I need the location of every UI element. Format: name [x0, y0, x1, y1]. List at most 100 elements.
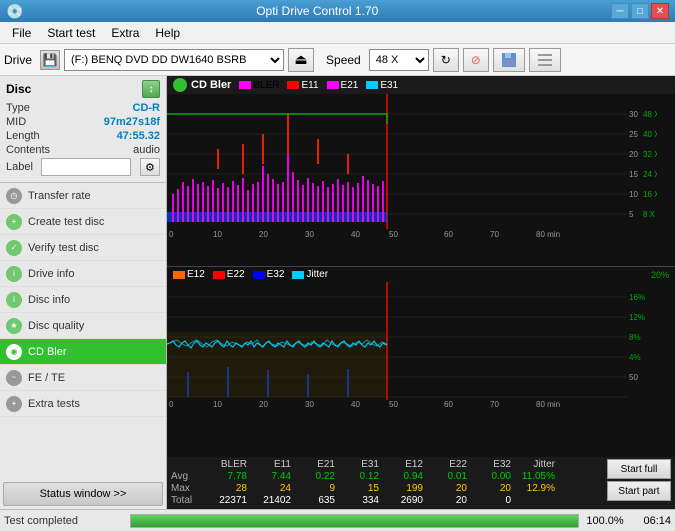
- legend-label-e12: E12: [187, 269, 205, 280]
- menu-help[interactable]: Help: [147, 24, 188, 42]
- svg-text:20: 20: [259, 400, 268, 409]
- svg-text:8 X: 8 X: [643, 210, 656, 219]
- stats-header-e31: E31: [339, 459, 383, 470]
- stats-max-jitter: 12.9%: [515, 483, 559, 494]
- eject-button[interactable]: ⏏: [288, 48, 314, 72]
- legend-label-jitter: Jitter: [306, 269, 328, 280]
- stats-avg-e12: 0.94: [383, 471, 427, 482]
- nav-transfer-rate[interactable]: ◷ Transfer rate: [0, 183, 166, 209]
- disc-mid-label: MID: [6, 116, 26, 128]
- stats-header-e21: E21: [295, 459, 339, 470]
- nav-disc-info[interactable]: i Disc info: [0, 287, 166, 313]
- label-gear-button[interactable]: ⚙: [140, 158, 160, 176]
- stats-avg-e32: 0.00: [471, 471, 515, 482]
- stats-avg-e21: 0.22: [295, 471, 339, 482]
- svg-text:5: 5: [629, 210, 634, 219]
- nav-icon-extra: +: [6, 396, 22, 412]
- nav-create-test[interactable]: + Create test disc: [0, 209, 166, 235]
- refresh-button[interactable]: ↻: [433, 48, 459, 72]
- nav-label-drive: Drive info: [28, 268, 74, 280]
- stats-max-bler: 28: [207, 483, 251, 494]
- nav-extra-tests[interactable]: + Extra tests: [0, 391, 166, 417]
- disc-contents-label: Contents: [6, 144, 50, 156]
- legend-color-jitter: [292, 271, 304, 279]
- svg-text:60: 60: [444, 400, 453, 409]
- stats-max-e11: 24: [251, 483, 295, 494]
- progress-bar-container: [130, 514, 579, 528]
- app-icon: 💿: [6, 3, 23, 20]
- chart-title-bar: CD Bler BLER E11 E21: [167, 76, 675, 94]
- nav-icon-quality: ★: [6, 318, 22, 334]
- nav-drive-info[interactable]: i Drive info: [0, 261, 166, 287]
- title-bar: 💿 Opti Drive Control 1.70 ─ □ ✕: [0, 0, 675, 22]
- nav-label-verify: Verify test disc: [28, 242, 99, 254]
- progress-bar-fill: [131, 515, 578, 527]
- svg-text:50: 50: [389, 230, 398, 239]
- stats-avg-e31: 0.12: [339, 471, 383, 482]
- stats-max-e21: 9: [295, 483, 339, 494]
- svg-text:8%: 8%: [629, 333, 641, 342]
- stats-header-row: BLER E11 E21 E31 E12 E22 E32 Jitter: [171, 459, 603, 470]
- disc-arrow-button[interactable]: ↕: [142, 80, 160, 98]
- nav-label-fe-te: FE / TE: [28, 372, 65, 384]
- svg-text:20: 20: [629, 150, 638, 159]
- status-window-button[interactable]: Status window >>: [3, 482, 163, 506]
- menu-file[interactable]: File: [4, 24, 39, 42]
- maximize-button[interactable]: □: [631, 3, 649, 19]
- nav-fe-te[interactable]: ~ FE / TE: [0, 365, 166, 391]
- svg-text:40: 40: [351, 230, 360, 239]
- svg-text:16%: 16%: [629, 293, 645, 302]
- menu-start-test[interactable]: Start test: [39, 24, 103, 42]
- disc-title: Disc: [6, 82, 31, 96]
- stats-area: BLER E11 E21 E31 E12 E22 E32 Jitter Avg …: [167, 457, 675, 509]
- svg-text:80 min: 80 min: [536, 400, 560, 409]
- stats-total-bler: 22371: [207, 495, 251, 506]
- legend-jitter: Jitter: [292, 269, 328, 280]
- stats-max-e32: 20: [471, 483, 515, 494]
- extra-button[interactable]: [529, 48, 561, 72]
- stats-total-e22: 20: [427, 495, 471, 506]
- stats-table: BLER E11 E21 E31 E12 E22 E32 Jitter Avg …: [171, 459, 603, 507]
- stats-max-e22: 20: [427, 483, 471, 494]
- nav-icon-verify: ✓: [6, 240, 22, 256]
- start-part-button[interactable]: Start part: [607, 481, 671, 501]
- nav-cd-bler[interactable]: ◉ CD Bler: [0, 339, 166, 365]
- disc-panel: Disc ↕ Type CD-R MID 97m27s18f Length 47…: [0, 76, 166, 183]
- legend-label-bler: BLER: [253, 80, 279, 91]
- stats-total-jitter: [515, 495, 559, 506]
- legend-color-bler: [239, 81, 251, 89]
- stats-max-e31: 15: [339, 483, 383, 494]
- speed-select[interactable]: 48 X: [369, 49, 429, 71]
- erase-button[interactable]: ⊘: [463, 48, 489, 72]
- label-input[interactable]: [41, 158, 131, 176]
- disc-contents-row: Contents audio: [6, 144, 160, 156]
- svg-text:10: 10: [213, 400, 222, 409]
- svg-text:12%: 12%: [629, 313, 645, 322]
- close-button[interactable]: ✕: [651, 3, 669, 19]
- stats-max-e12: 199: [383, 483, 427, 494]
- progress-percentage: 100.0%: [585, 515, 625, 527]
- nav-disc-quality[interactable]: ★ Disc quality: [0, 313, 166, 339]
- save-button[interactable]: [493, 48, 525, 72]
- nav-label-bler: CD Bler: [28, 346, 67, 358]
- menu-extra[interactable]: Extra: [103, 24, 147, 42]
- legend-label-e31: E31: [380, 80, 398, 91]
- stats-header-e32: E32: [471, 459, 515, 470]
- stats-avg-bler: 7.78: [207, 471, 251, 482]
- nav-verify-test[interactable]: ✓ Verify test disc: [0, 235, 166, 261]
- start-full-button[interactable]: Start full: [607, 459, 671, 479]
- svg-text:80 min: 80 min: [536, 230, 560, 239]
- stats-header-jitter: Jitter: [515, 459, 559, 470]
- disc-mid-row: MID 97m27s18f: [6, 116, 160, 128]
- svg-text:0: 0: [169, 400, 174, 409]
- start-buttons: Start full Start part: [607, 459, 671, 501]
- drive-select[interactable]: (F:) BENQ DVD DD DW1640 BSRB: [64, 49, 284, 71]
- svg-text:30: 30: [305, 230, 314, 239]
- status-window-label: Status window >>: [40, 488, 127, 500]
- legend-bottom: E12 E22 E32 Jitter: [173, 269, 328, 280]
- drive-label: Drive: [4, 53, 32, 67]
- minimize-button[interactable]: ─: [611, 3, 629, 19]
- disc-contents-value: audio: [133, 144, 160, 156]
- legend-e32: E32: [253, 269, 285, 280]
- legend-bler: BLER: [239, 80, 279, 91]
